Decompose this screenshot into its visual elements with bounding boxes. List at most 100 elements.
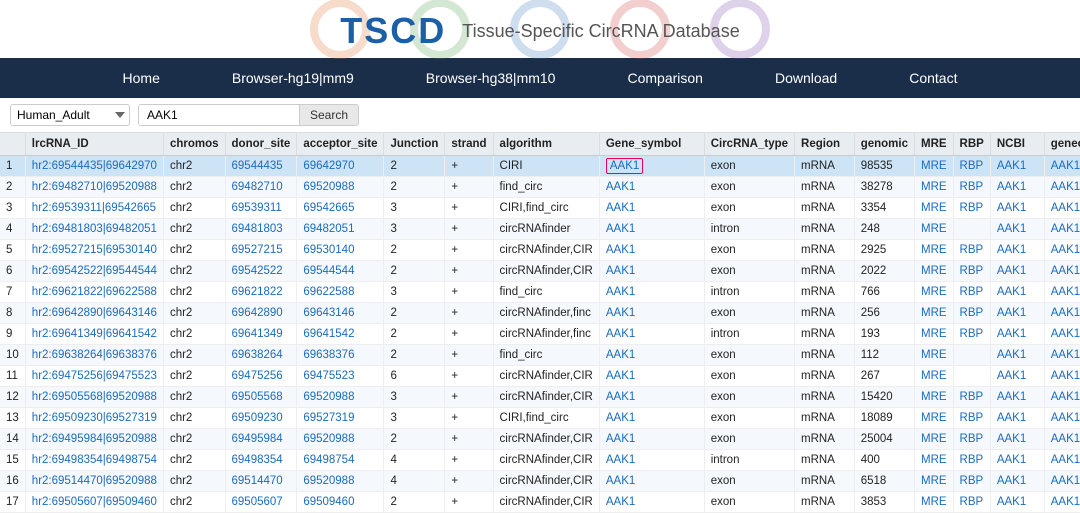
cell-link[interactable]: RBP (960, 328, 984, 340)
acceptor-cell[interactable]: 69544544 (297, 261, 384, 282)
rbp-cell[interactable]: RBP (953, 408, 990, 429)
circrna-id-link[interactable]: hr2:69505607|69509460 (32, 496, 157, 508)
acceptor-cell[interactable]: 69520988 (297, 429, 384, 450)
tissue-dropdown[interactable]: Human_Adult Human_Fetal Mouse_Adult Mous… (10, 104, 130, 126)
acceptor-cell[interactable]: 69643146 (297, 303, 384, 324)
ncbi-cell[interactable]: AAK1 (990, 177, 1044, 198)
ncbi-cell[interactable]: AAK1 (990, 345, 1044, 366)
cell-link[interactable]: RBP (960, 412, 984, 424)
cell-link[interactable]: MRE (921, 454, 947, 466)
cell-link[interactable]: MRE (921, 181, 947, 193)
cell-link[interactable]: AAK1 (606, 475, 635, 487)
circrna-id-link[interactable]: hr2:69495984|69520988 (32, 433, 157, 445)
mre-cell[interactable]: MRE (914, 219, 953, 240)
cell-link[interactable]: AAK1 (606, 202, 635, 214)
cell-link[interactable]: AAK1 (1051, 433, 1080, 445)
ncbi-cell[interactable]: AAK1 (990, 492, 1044, 513)
ncbi-cell[interactable]: AAK1 (990, 219, 1044, 240)
circrna-id-cell[interactable]: hr2:69509230|69527319 (25, 408, 163, 429)
cell-link[interactable]: AAK1 (997, 202, 1026, 214)
rbp-cell[interactable]: RBP (953, 261, 990, 282)
circrna-id-link[interactable]: hr2:69539311|69542665 (32, 202, 156, 214)
cell-link[interactable]: 69509230 (232, 412, 283, 424)
cell-link[interactable]: AAK1 (606, 370, 635, 382)
rbp-cell[interactable] (953, 366, 990, 387)
cell-link[interactable]: MRE (921, 307, 947, 319)
cell-link[interactable]: AAK1 (606, 181, 635, 193)
cell-link[interactable]: 69505568 (232, 391, 283, 403)
circrna-id-link[interactable]: hr2:69509230|69527319 (32, 412, 157, 424)
cell-link[interactable]: MRE (921, 286, 947, 298)
gene-cell[interactable]: AAK1 (599, 282, 704, 303)
circrna-id-cell[interactable]: hr2:69495984|69520988 (25, 429, 163, 450)
gene-cell[interactable]: AAK1 (599, 156, 704, 177)
cell-link[interactable]: AAK1 (997, 496, 1026, 508)
cell-link[interactable]: AAK1 (997, 223, 1026, 235)
cell-link[interactable]: RBP (960, 433, 984, 445)
gene-cell[interactable]: AAK1 (599, 492, 704, 513)
acceptor-cell[interactable]: 69482051 (297, 219, 384, 240)
cell-link[interactable]: MRE (921, 391, 947, 403)
ncbi-cell[interactable]: AAK1 (990, 408, 1044, 429)
cell-link[interactable]: AAK1 (1051, 160, 1080, 172)
search-button[interactable]: Search (299, 105, 358, 125)
genecards-cell[interactable]: AAK1 (1044, 219, 1080, 240)
cell-link[interactable]: 69482710 (232, 181, 283, 193)
nav-contact[interactable]: Contact (873, 58, 993, 98)
rbp-cell[interactable]: RBP (953, 177, 990, 198)
cell-link[interactable]: AAK1 (997, 454, 1026, 466)
genecards-cell[interactable]: AAK1 (1044, 429, 1080, 450)
cell-link[interactable]: MRE (921, 223, 947, 235)
donor-cell[interactable]: 69621822 (225, 282, 297, 303)
mre-cell[interactable]: MRE (914, 261, 953, 282)
cell-link[interactable]: RBP (960, 454, 984, 466)
circrna-id-link[interactable]: hr2:69641349|69641542 (32, 328, 157, 340)
cell-link[interactable]: RBP (960, 181, 984, 193)
gene-cell[interactable]: AAK1 (599, 387, 704, 408)
cell-link[interactable]: RBP (960, 244, 984, 256)
circrna-id-cell[interactable]: hr2:69481803|69482051 (25, 219, 163, 240)
acceptor-cell[interactable]: 69509460 (297, 492, 384, 513)
rbp-cell[interactable]: RBP (953, 450, 990, 471)
acceptor-cell[interactable]: 69520988 (297, 387, 384, 408)
genecards-cell[interactable]: AAK1 (1044, 492, 1080, 513)
cell-link[interactable]: AAK1 (606, 454, 635, 466)
cell-link[interactable]: MRE (921, 349, 947, 361)
donor-cell[interactable]: 69505568 (225, 387, 297, 408)
cell-link[interactable]: AAK1 (1051, 475, 1080, 487)
circrna-id-link[interactable]: hr2:69621822|69622588 (32, 286, 157, 298)
circrna-id-link[interactable]: hr2:69542522|69544544 (32, 265, 157, 277)
gene-cell[interactable]: AAK1 (599, 198, 704, 219)
cell-link[interactable]: AAK1 (997, 181, 1026, 193)
donor-cell[interactable]: 69539311 (225, 198, 297, 219)
cell-link[interactable]: AAK1 (606, 286, 635, 298)
cell-link[interactable]: MRE (921, 160, 947, 172)
gene-cell[interactable]: AAK1 (599, 429, 704, 450)
cell-link[interactable]: 69475523 (303, 370, 354, 382)
mre-cell[interactable]: MRE (914, 324, 953, 345)
cell-link[interactable]: AAK1 (1051, 370, 1080, 382)
cell-link[interactable]: AAK1 (997, 391, 1026, 403)
donor-cell[interactable]: 69642890 (225, 303, 297, 324)
genecards-cell[interactable]: AAK1 (1044, 198, 1080, 219)
gene-cell[interactable]: AAK1 (599, 177, 704, 198)
acceptor-cell[interactable]: 69542665 (297, 198, 384, 219)
genecards-cell[interactable]: AAK1 (1044, 177, 1080, 198)
cell-link[interactable]: AAK1 (1051, 496, 1080, 508)
genecards-cell[interactable]: AAK1 (1044, 303, 1080, 324)
genecards-cell[interactable]: AAK1 (1044, 345, 1080, 366)
cell-link[interactable]: RBP (960, 160, 984, 172)
cell-link[interactable]: AAK1 (997, 286, 1026, 298)
donor-cell[interactable]: 69527215 (225, 240, 297, 261)
cell-link[interactable]: 69520988 (303, 391, 354, 403)
cell-link[interactable]: 69520988 (303, 475, 354, 487)
gene-cell[interactable]: AAK1 (599, 450, 704, 471)
cell-link[interactable]: 69638264 (232, 349, 283, 361)
donor-cell[interactable]: 69482710 (225, 177, 297, 198)
rbp-cell[interactable]: RBP (953, 240, 990, 261)
circrna-id-link[interactable]: hr2:69505568|69520988 (32, 391, 157, 403)
mre-cell[interactable]: MRE (914, 408, 953, 429)
ncbi-cell[interactable]: AAK1 (990, 198, 1044, 219)
acceptor-cell[interactable]: 69520988 (297, 177, 384, 198)
cell-link[interactable]: AAK1 (1051, 244, 1080, 256)
